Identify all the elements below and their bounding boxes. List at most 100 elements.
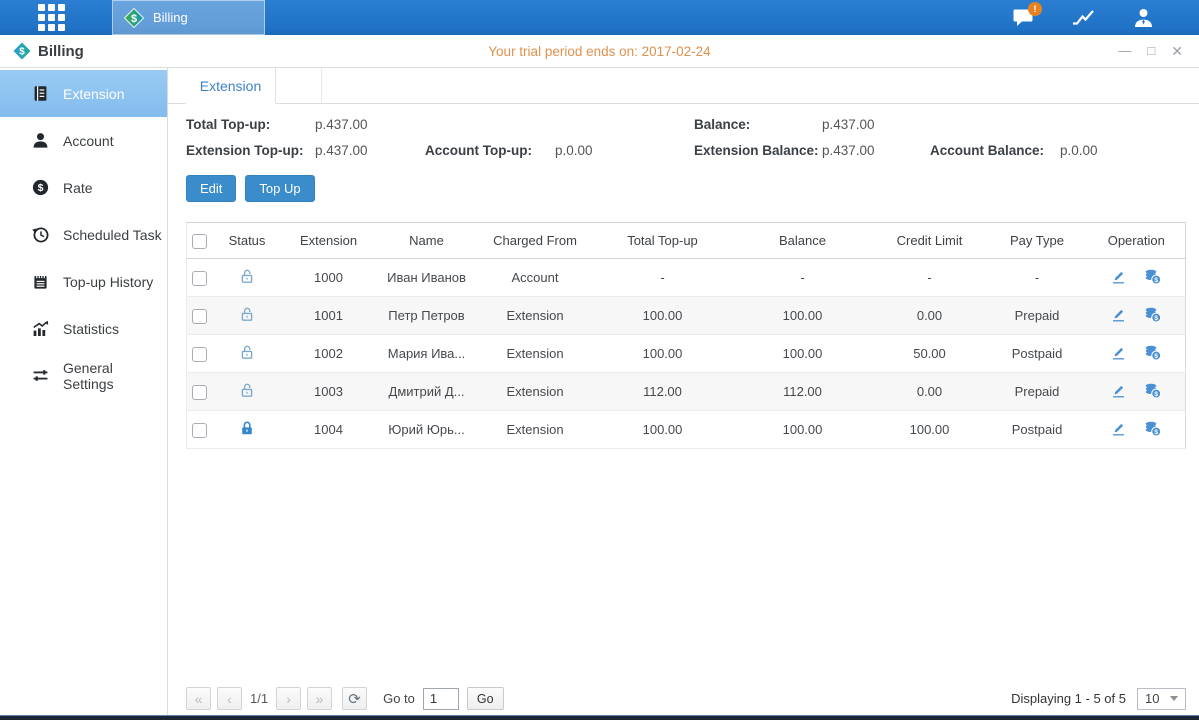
last-page-button[interactable]: »: [307, 687, 332, 710]
prev-page-button[interactable]: ‹: [217, 687, 242, 710]
billing-app-tab[interactable]: $ Billing: [112, 0, 265, 35]
maximize-icon[interactable]: □: [1147, 44, 1155, 58]
column-header-total-top-up: Total Top-up: [593, 223, 733, 259]
page-size-value: 10: [1145, 691, 1159, 706]
extension-table: StatusExtensionNameCharged FromTotal Top…: [186, 222, 1186, 449]
total-topup-value: p.437.00: [315, 117, 425, 132]
page-title: Billing: [38, 43, 84, 60]
goto-page-input[interactable]: [423, 688, 459, 710]
reports-icon[interactable]: [1071, 7, 1096, 28]
notification-badge: !: [1028, 2, 1042, 16]
balance-value: p.437.00: [822, 117, 930, 132]
window-title-bar: $ Billing Your trial period ends on: 201…: [0, 35, 1199, 68]
ledger-icon: [31, 84, 50, 103]
sidebar-item-scheduled-task[interactable]: Scheduled Task: [0, 211, 167, 258]
top-up-icon[interactable]: $: [1144, 382, 1162, 399]
svg-text:$: $: [1155, 277, 1159, 284]
account-balance-label: Account Balance:: [930, 143, 1060, 158]
svg-text:$: $: [38, 182, 44, 194]
edit-icon[interactable]: [1110, 344, 1127, 361]
tab-extension[interactable]: Extension: [186, 68, 276, 104]
apps-grid-icon[interactable]: [38, 4, 66, 31]
unlocked-icon[interactable]: [239, 382, 255, 399]
edit-icon[interactable]: [1110, 420, 1127, 437]
column-header-charged-from: Charged From: [478, 223, 593, 259]
top-up-icon[interactable]: $: [1144, 268, 1162, 285]
select-all-checkbox[interactable]: [192, 234, 207, 249]
unlocked-icon[interactable]: [239, 306, 255, 323]
main-panel: Extension Total Top-up: p.437.00 Balance…: [168, 68, 1199, 720]
balance-summary: Total Top-up: p.437.00 Balance: p.437.00…: [186, 117, 1186, 158]
close-icon[interactable]: ✕: [1171, 44, 1183, 58]
sidebar-item-statistics[interactable]: Statistics: [0, 305, 167, 352]
tab-strip-spacer: [276, 68, 322, 103]
locked-icon[interactable]: [239, 420, 255, 437]
history-clock-icon: [31, 225, 50, 244]
table-row: 1004 Юрий Юрь... Extension 100.00 100.00…: [187, 411, 1186, 449]
svg-text:$: $: [1155, 391, 1159, 398]
go-button[interactable]: Go: [467, 687, 504, 710]
edit-button[interactable]: Edit: [186, 175, 236, 202]
sidebar-item-top-up-history[interactable]: Top-up History: [0, 258, 167, 305]
stats-chart-icon: [31, 319, 50, 338]
extension-balance-label: Extension Balance:: [694, 143, 822, 158]
table-row: 1003 Дмитрий Д... Extension 112.00 112.0…: [187, 373, 1186, 411]
svg-text:$: $: [1155, 353, 1159, 360]
user-icon[interactable]: [1132, 7, 1155, 28]
table-header: StatusExtensionNameCharged FromTotal Top…: [187, 223, 1186, 259]
displaying-text: Displaying 1 - 5 of 5: [1011, 691, 1126, 706]
column-header-extension: Extension: [282, 223, 376, 259]
top-up-icon[interactable]: $: [1144, 306, 1162, 323]
row-checkbox[interactable]: [192, 347, 207, 362]
page-size-select[interactable]: 10: [1137, 688, 1186, 710]
row-checkbox[interactable]: [192, 423, 207, 438]
sidebar-item-account[interactable]: Account: [0, 117, 167, 164]
trial-notice: Your trial period ends on: 2017-02-24: [0, 44, 1199, 59]
svg-text:$: $: [1155, 429, 1159, 436]
edit-icon[interactable]: [1110, 306, 1127, 323]
top-bar: $ Billing !: [0, 0, 1199, 35]
pagination-bar: « ‹ 1/1 › » ⟳ Go to Go Displaying 1 - 5 …: [186, 687, 1186, 710]
extension-table-body: 1000 Иван Иванов Account - - - - $ 1001 …: [187, 259, 1186, 449]
column-header-pay-type: Pay Type: [987, 223, 1088, 259]
sliders-icon: [31, 366, 50, 385]
top-up-icon[interactable]: $: [1144, 344, 1162, 361]
svg-text:$: $: [131, 12, 137, 24]
sidebar-item-general-settings[interactable]: General Settings: [0, 352, 167, 399]
edit-icon[interactable]: [1110, 268, 1127, 285]
column-header-operation: Operation: [1088, 223, 1186, 259]
dollar-circle-icon: $: [31, 178, 50, 197]
refresh-icon[interactable]: ⟳: [342, 687, 367, 710]
extension-topup-label: Extension Top-up:: [186, 143, 315, 158]
column-header-credit-limit: Credit Limit: [873, 223, 987, 259]
edit-icon[interactable]: [1110, 382, 1127, 399]
sidebar: Extension Account $ Rate Scheduled Task …: [0, 68, 168, 720]
svg-text:$: $: [1155, 315, 1159, 322]
minimize-icon[interactable]: —: [1118, 44, 1131, 58]
balance-label: Balance:: [694, 117, 822, 132]
messages-icon[interactable]: !: [1012, 7, 1035, 28]
table-row: 1001 Петр Петров Extension 100.00 100.00…: [187, 297, 1186, 335]
app-tab-label: Billing: [153, 10, 188, 25]
table-row: 1000 Иван Иванов Account - - - - $: [187, 259, 1186, 297]
first-page-button[interactable]: «: [186, 687, 211, 710]
tab-strip: Extension: [168, 68, 1199, 104]
billing-diamond-icon: $: [124, 8, 144, 28]
row-checkbox[interactable]: [192, 309, 207, 324]
table-row: 1002 Мария Ива... Extension 100.00 100.0…: [187, 335, 1186, 373]
unlocked-icon[interactable]: [239, 344, 255, 361]
row-checkbox[interactable]: [192, 271, 207, 286]
top-up-button[interactable]: Top Up: [245, 175, 314, 202]
next-page-button[interactable]: ›: [276, 687, 301, 710]
sidebar-item-extension[interactable]: Extension: [0, 70, 167, 117]
account-topup-value: p.0.00: [555, 143, 694, 158]
sidebar-item-rate[interactable]: $ Rate: [0, 164, 167, 211]
unlocked-icon[interactable]: [239, 268, 255, 285]
notepad-icon: [31, 272, 50, 291]
chevron-down-icon: [1170, 696, 1178, 701]
extension-balance-value: p.437.00: [822, 143, 930, 158]
row-checkbox[interactable]: [192, 385, 207, 400]
svg-text:$: $: [19, 46, 25, 57]
top-up-icon[interactable]: $: [1144, 420, 1162, 437]
extension-topup-value: p.437.00: [315, 143, 425, 158]
